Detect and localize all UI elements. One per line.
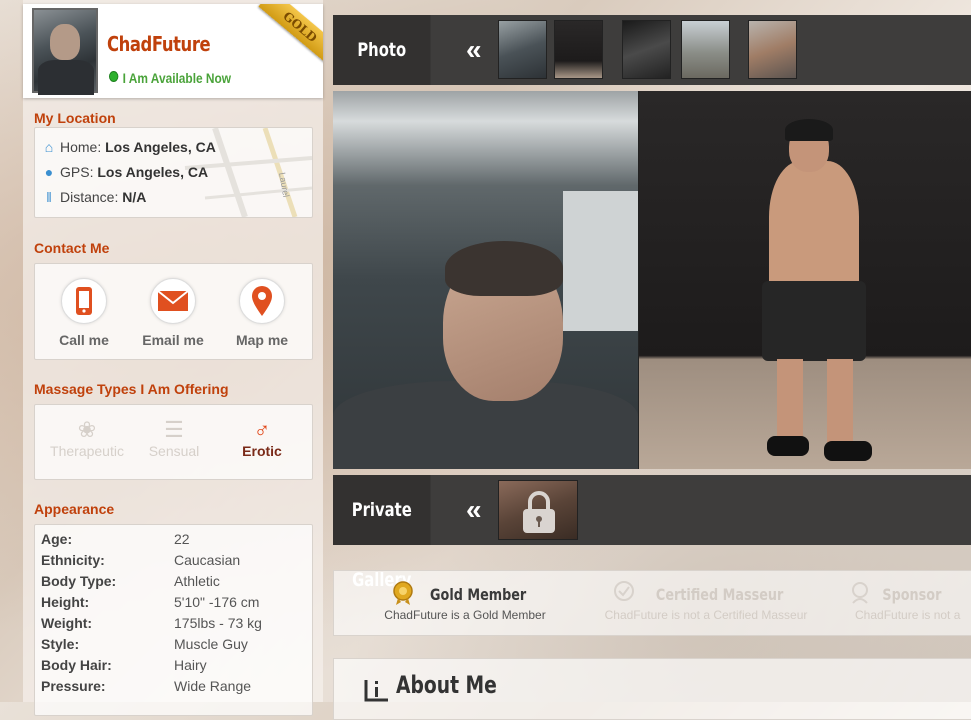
contact-title: Contact Me [34,240,110,256]
avatar[interactable] [32,8,98,95]
private-gallery-title: Private Gallery [333,475,431,591]
massage-panel: ❀ Therapeutic ☰ Sensual ♂ Erotic [34,404,313,480]
distance-row: ‖ Distance: N/A [42,189,146,205]
lock-icon [523,491,555,533]
availability-status: I Am Available Now [109,70,231,86]
private-gallery-bar: Private Gallery « [333,475,971,591]
badge-certified-masseur: Certified Masseur ChadFuture is not a Ce… [586,581,826,622]
gold-medal-icon [392,581,413,605]
contact-panel: Call me Email me Map me [34,263,313,360]
photo-gallery-title: Photo Gallery [333,15,431,131]
profile-card: ChadFuture I Am Available Now GOLD [23,4,323,98]
gallery-thumbnail[interactable] [748,20,797,79]
phone-icon [76,287,92,315]
private-gallery-prev-arrow[interactable]: « [466,475,482,545]
massage-title: Massage Types I Am Offering [34,381,229,397]
about-section: About Me [333,658,971,720]
gallery-thumbnail[interactable] [622,20,671,79]
gold-ribbon: GOLD [258,4,323,65]
avatar-hoodie [38,60,94,95]
map-button[interactable]: Map me [222,278,302,348]
about-title: About Me [396,671,497,699]
badge-gold-member: Gold Member ChadFuture is a Gold Member [345,581,585,622]
badge-sponsor: Sponsor ChadFuture is not a [849,581,971,622]
membership-badges: Gold Member ChadFuture is a Gold Member … [333,570,971,636]
massage-type-erotic: ♂ Erotic [217,417,307,459]
profile-name: ChadFuture [107,32,211,56]
photo-mirror-selfie [639,91,971,469]
lotus-icon: ❀ [77,417,97,442]
appearance-title: Appearance [34,501,115,517]
home-icon: ⌂ [44,139,54,155]
home-row: ⌂ Home: Los Angeles, CA [42,139,216,155]
massage-type-sensual: ☰ Sensual [129,417,219,459]
certified-icon [614,581,635,601]
call-button[interactable]: Call me [44,278,124,348]
photo-selfie-car [333,91,638,469]
gallery-prev-arrow[interactable]: « [466,15,482,85]
appearance-panel: Age: 22 Ethnicity: Caucasian Body Type: Ath… [34,524,313,716]
sponsor-icon [852,582,868,604]
gps-row: ● GPS: Los Angeles, CA [42,164,208,180]
photo-gallery-bar: Photo Gallery « [333,15,971,131]
envelope-icon [157,290,189,311]
online-dot-icon [109,71,119,82]
location-pin-icon [252,286,272,316]
stones-icon: ☰ [164,417,184,442]
info-icon [364,680,388,702]
private-photo-thumbnail[interactable] [498,480,578,540]
male-symbol-icon: ♂ [253,417,271,442]
gallery-main-photo[interactable] [333,91,971,469]
gallery-thumbnail[interactable] [554,20,603,79]
massage-type-therapeutic: ❀ Therapeutic [42,417,132,459]
availability-text: I Am Available Now [122,70,232,86]
sidebar: ChadFuture I Am Available Now GOLD My Lo… [23,0,323,716]
gallery-thumbnail[interactable] [681,20,730,79]
map-street-label: Laurel [277,172,291,198]
gallery-thumbnail[interactable] [498,20,547,79]
location-title: My Location [34,110,116,126]
location-panel: Laurel ⌂ Home: Los Angeles, CA ● GPS: Los … [34,127,313,218]
avatar-face [50,24,80,60]
map-pin-icon: ● [44,164,54,180]
email-button[interactable]: Email me [133,278,213,348]
footsteps-icon: ‖ [46,189,52,205]
